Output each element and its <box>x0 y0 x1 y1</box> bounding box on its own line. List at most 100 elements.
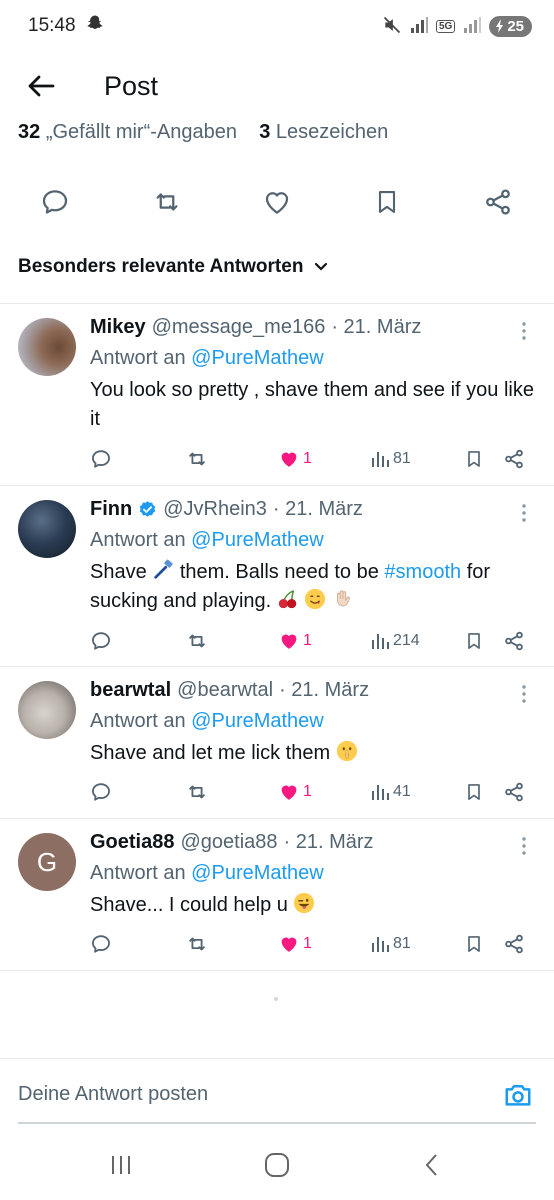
page-title: Post <box>104 70 159 101</box>
reply-text-part: Shave <box>90 561 147 583</box>
camera-button[interactable] <box>500 1079 536 1111</box>
reply-header: Mikey @message_me166 · 21. März <box>90 316 538 339</box>
home-button[interactable] <box>257 1148 297 1182</box>
recent-apps-icon <box>112 1156 130 1174</box>
reply-button[interactable] <box>90 444 112 474</box>
reply-button[interactable] <box>90 777 112 807</box>
reply-to-link[interactable]: @PureMathew <box>191 347 324 369</box>
share-button[interactable] <box>503 626 525 656</box>
bookmark-button[interactable] <box>464 777 484 807</box>
recent-apps-button[interactable] <box>101 1148 141 1182</box>
bookmark-button[interactable] <box>464 444 484 474</box>
bookmarks-stat[interactable]: 3 Lesezeichen <box>259 121 388 143</box>
status-right: 5G 25 <box>382 15 532 38</box>
retweet-icon <box>189 785 205 799</box>
views-button[interactable]: 41 <box>370 777 411 807</box>
reply-icon <box>92 935 110 953</box>
author-name[interactable]: Mikey <box>90 316 146 339</box>
like-button[interactable]: 1 <box>278 626 312 656</box>
author-name[interactable]: bearwtal <box>90 679 171 702</box>
share-icon <box>505 631 523 651</box>
retweet-button[interactable] <box>185 929 209 959</box>
bookmark-button[interactable] <box>464 626 484 656</box>
likes-label: „Gefällt mir“-Angaben <box>45 121 237 143</box>
author-handle[interactable]: @goetia88 <box>180 831 277 854</box>
views-button[interactable]: 214 <box>370 626 420 656</box>
retweet-button[interactable] <box>185 626 209 656</box>
like-count: 1 <box>303 450 312 467</box>
reply-text: Shave... I could help u <box>90 891 538 920</box>
like-button[interactable]: 1 <box>278 444 312 474</box>
share-button[interactable] <box>503 777 525 807</box>
reply-button[interactable] <box>90 626 112 656</box>
hashtag-link[interactable]: #smooth <box>384 561 461 583</box>
heart-icon <box>265 192 289 214</box>
reply-to-link[interactable]: @PureMathew <box>191 529 324 551</box>
author-name[interactable]: Finn <box>90 498 132 521</box>
reply-item[interactable]: Finn @JvRhein3 · 21. März Antwort an @Pu… <box>0 486 554 666</box>
back-button[interactable] <box>26 71 56 101</box>
retweet-button[interactable] <box>185 777 209 807</box>
reply-header: Finn @JvRhein3 · 21. März <box>90 498 538 521</box>
reply-to-link[interactable]: @PureMathew <box>191 862 324 884</box>
like-button[interactable] <box>257 182 297 222</box>
reply-date: · 21. März <box>283 831 374 853</box>
avatar-letter: G <box>36 846 58 877</box>
avatar[interactable]: G <box>18 833 76 891</box>
sort-dropdown[interactable]: Besonders relevante Antworten <box>18 256 329 278</box>
like-button[interactable]: 1 <box>278 777 312 807</box>
share-button[interactable] <box>503 929 525 959</box>
reply-to: Antwort an @PureMathew <box>90 862 538 885</box>
reply-button[interactable] <box>90 929 112 959</box>
chevron-left-icon <box>425 1154 437 1176</box>
reply-button[interactable] <box>35 182 75 222</box>
winking-tongue-emoji-icon <box>294 892 315 914</box>
reply-input[interactable] <box>18 1083 478 1106</box>
avatar[interactable] <box>18 318 76 376</box>
reply-text: Shave and let me lick them <box>90 739 538 768</box>
reply-actions: 1 81 <box>0 444 554 474</box>
reply-icon <box>42 190 68 214</box>
reply-date: · 21. März <box>279 679 370 701</box>
reply-to-prefix: Antwort an <box>90 529 186 551</box>
author-handle[interactable]: @message_me166 <box>152 316 326 339</box>
reply-item[interactable]: bearwtal @bearwtal · 21. März Antwort an… <box>0 667 554 817</box>
back-arrow-icon <box>28 75 55 97</box>
reply-to: Antwort an @PureMathew <box>90 710 538 733</box>
reply-header: Goetia88 @goetia88 · 21. März <box>90 831 538 854</box>
author-name[interactable]: Goetia88 <box>90 831 174 854</box>
view-count: 81 <box>393 450 411 467</box>
views-button[interactable]: 81 <box>370 444 411 474</box>
reply-item[interactable]: G Goetia88 @goetia88 · 21. März Antwort … <box>0 819 554 969</box>
retweet-button[interactable] <box>147 182 187 222</box>
shushing-face-emoji-icon <box>336 740 357 762</box>
bookmark-icon <box>468 936 480 952</box>
retweet-button[interactable] <box>185 444 209 474</box>
avatar[interactable] <box>18 681 76 739</box>
likes-stat[interactable]: 32 „Gefällt mir“-Angaben <box>18 121 237 143</box>
reply-to-link[interactable]: @PureMathew <box>191 710 324 732</box>
bookmarks-count: 3 <box>259 121 271 143</box>
share-button[interactable] <box>503 444 525 474</box>
charging-icon <box>496 19 504 33</box>
bookmark-button[interactable] <box>367 182 407 222</box>
bookmark-button[interactable] <box>464 929 484 959</box>
razor-emoji-icon <box>154 559 173 579</box>
system-back-button[interactable] <box>412 1148 452 1182</box>
author-handle[interactable]: @bearwtal <box>177 679 273 702</box>
share-icon <box>505 934 523 954</box>
cherries-emoji-icon <box>278 590 297 609</box>
heart-icon <box>281 634 297 649</box>
reply-actions: 1 81 <box>0 929 554 959</box>
reply-item[interactable]: Mikey @message_me166 · 21. März Antwort … <box>0 304 554 484</box>
battery-level: 25 <box>507 17 524 35</box>
like-button[interactable]: 1 <box>278 929 312 959</box>
divider <box>0 970 554 971</box>
share-button[interactable] <box>478 182 518 222</box>
bookmark-icon <box>468 451 480 467</box>
author-handle[interactable]: @JvRhein3 <box>163 498 267 521</box>
retweet-icon <box>189 937 205 951</box>
bookmark-icon <box>378 191 396 213</box>
views-button[interactable]: 81 <box>370 929 411 959</box>
avatar[interactable] <box>18 500 76 558</box>
